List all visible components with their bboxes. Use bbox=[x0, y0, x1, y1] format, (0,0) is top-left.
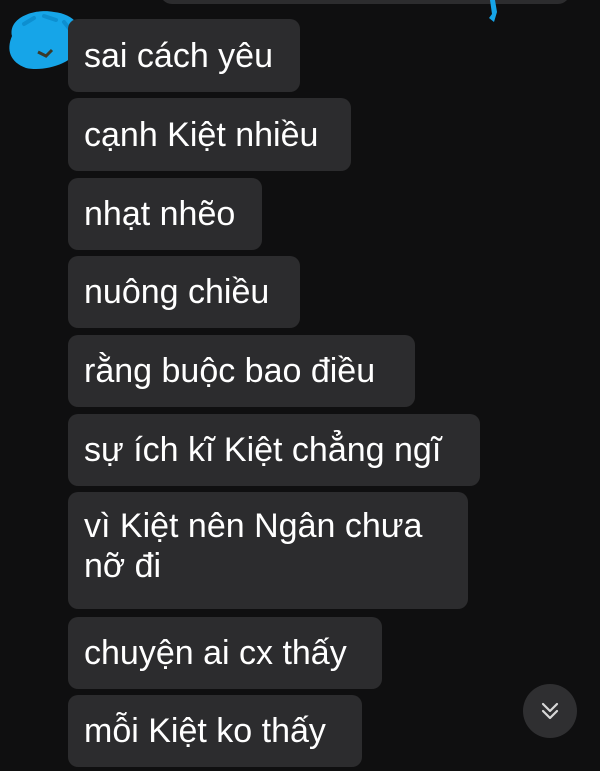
scribble-mark-icon bbox=[489, 0, 497, 22]
previous-message-bubble[interactable] bbox=[160, 0, 570, 4]
message-bubble[interactable]: cạnh Kiệt nhiều bbox=[68, 98, 351, 171]
message-bubble[interactable]: vì Kiệt nên Ngân chưa nỡ đi bbox=[68, 492, 468, 609]
message-bubble[interactable]: rằng buộc bao điều bbox=[68, 335, 415, 407]
double-chevron-down-icon bbox=[541, 702, 559, 720]
chat-screen: sai cách yêu cạnh Kiệt nhiều nhạt nhẽo n… bbox=[0, 0, 600, 771]
message-bubble[interactable]: sự ích kĩ Kiệt chẳng ngĩ bbox=[68, 414, 480, 486]
message-bubble[interactable]: chuyện ai cx thấy bbox=[68, 617, 382, 689]
scroll-to-bottom-button[interactable] bbox=[523, 684, 577, 738]
message-bubble[interactable]: sai cách yêu bbox=[68, 19, 300, 92]
message-bubble[interactable]: nhạt nhẽo bbox=[68, 178, 262, 250]
message-bubble[interactable]: mỗi Kiệt ko thấy bbox=[68, 695, 362, 767]
message-bubble[interactable]: nuông chiều bbox=[68, 256, 300, 328]
